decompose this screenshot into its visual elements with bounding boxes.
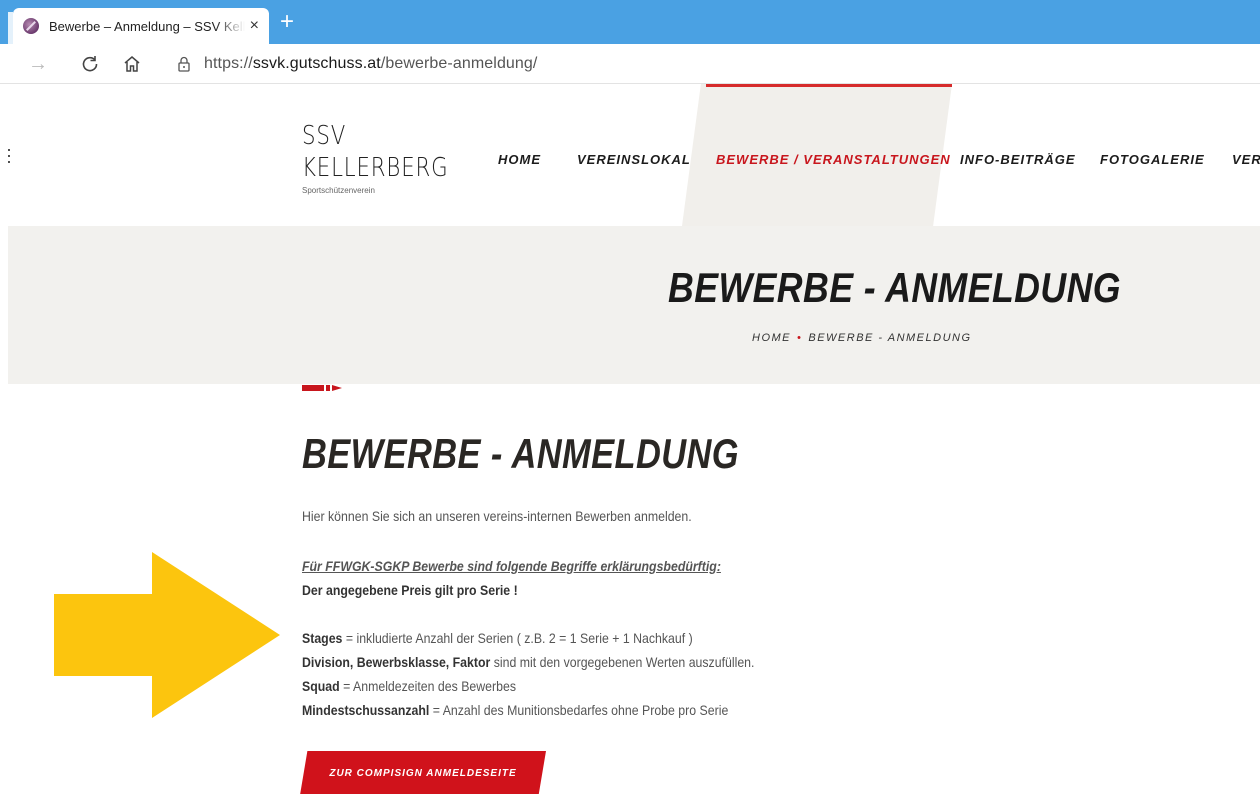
- nav-item-bewerbe-veranstaltungen[interactable]: BEWERBE / VERANSTALTUNGEN: [716, 152, 951, 167]
- title-banner: BEWERBE - ANMELDUNG HOME • BEWERBE - ANMEL…: [8, 226, 1260, 384]
- url-text[interactable]: https://ssvk.gutschuss.at/bewerbe-anmeld…: [204, 55, 537, 73]
- breadcrumb-separator: •: [797, 332, 803, 344]
- nav-item-vereinslokal[interactable]: VEREINSLOKAL: [577, 152, 691, 167]
- browser-tab[interactable]: Bewerbe – Anmeldung – SSV Kellerberg ×: [13, 8, 269, 44]
- nav-item-info-beitraege[interactable]: INFO-BEITRÄGE: [960, 152, 1076, 167]
- content-title: BEWERBE - ANMELDUNG: [302, 430, 739, 477]
- terms-subheading: Für FFWGK-SGKP Bewerbe sind folgende Beg…: [302, 558, 721, 574]
- back-arrow-icon[interactable]: →: [26, 52, 50, 76]
- browser-window: Bewerbe – Anmeldung – SSV Kellerberg × +…: [0, 0, 1260, 794]
- nav-item-home[interactable]: HOME: [498, 152, 541, 167]
- intro-text: Hier können Sie sich an unseren vereins-…: [302, 508, 692, 524]
- site-header: · · · SSV KELLERBERG Sportschützenverein H…: [0, 84, 1260, 226]
- tab-strip: Bewerbe – Anmeldung – SSV Kellerberg × +: [0, 0, 1260, 44]
- breadcrumb: HOME • BEWERBE - ANMELDUNG: [752, 332, 972, 344]
- tab-close-icon[interactable]: ×: [250, 17, 259, 35]
- price-note: Der angegebene Preis gilt pro Serie !: [302, 582, 518, 598]
- breadcrumb-current: BEWERBE - ANMELDUNG: [808, 332, 972, 344]
- logo-line2: KELLERBERG: [302, 153, 449, 183]
- breadcrumb-home-link[interactable]: HOME: [752, 332, 791, 344]
- banner-title: BEWERBE - ANMELDUNG: [668, 264, 1121, 311]
- bullet-decoration-icon: [302, 385, 342, 391]
- definition-mindestschussanzahl: Mindestschussanzahl = Anzahl des Munitio…: [302, 702, 729, 718]
- new-tab-icon[interactable]: +: [280, 10, 294, 34]
- logo-line1: SSV: [302, 121, 347, 151]
- arrow-right-icon: [54, 552, 280, 718]
- nav-item-fotogalerie[interactable]: FOTOGALERIE: [1100, 152, 1205, 167]
- site-logo[interactable]: SSV KELLERBERG Sportschützenverein: [302, 120, 502, 195]
- reload-icon[interactable]: [78, 52, 102, 76]
- tab-title: Bewerbe – Anmeldung – SSV Kellerberg: [49, 18, 245, 34]
- lock-icon[interactable]: [176, 56, 192, 72]
- address-bar: → https://ssvk.gutschuss.at/bewerbe-anme…: [0, 44, 1260, 84]
- definition-squad: Squad = Anmeldezeiten des Bewerbes: [302, 678, 517, 694]
- compisign-signup-button[interactable]: ZUR COMPISIGN ANMELDESEITE: [300, 751, 546, 794]
- nav-item-verein[interactable]: VERE: [1232, 152, 1260, 167]
- site-favicon-icon: [23, 18, 39, 34]
- definition-stages: Stages = inkludierte Anzahl der Serien (…: [302, 630, 693, 646]
- nav-active-indicator: [706, 84, 952, 87]
- kebab-icon[interactable]: · · ·: [6, 140, 12, 170]
- logo-subtitle: Sportschützenverein: [302, 186, 375, 195]
- home-icon[interactable]: [120, 52, 144, 76]
- definition-division: Division, Bewerbsklasse, Faktor sind mit…: [302, 654, 755, 670]
